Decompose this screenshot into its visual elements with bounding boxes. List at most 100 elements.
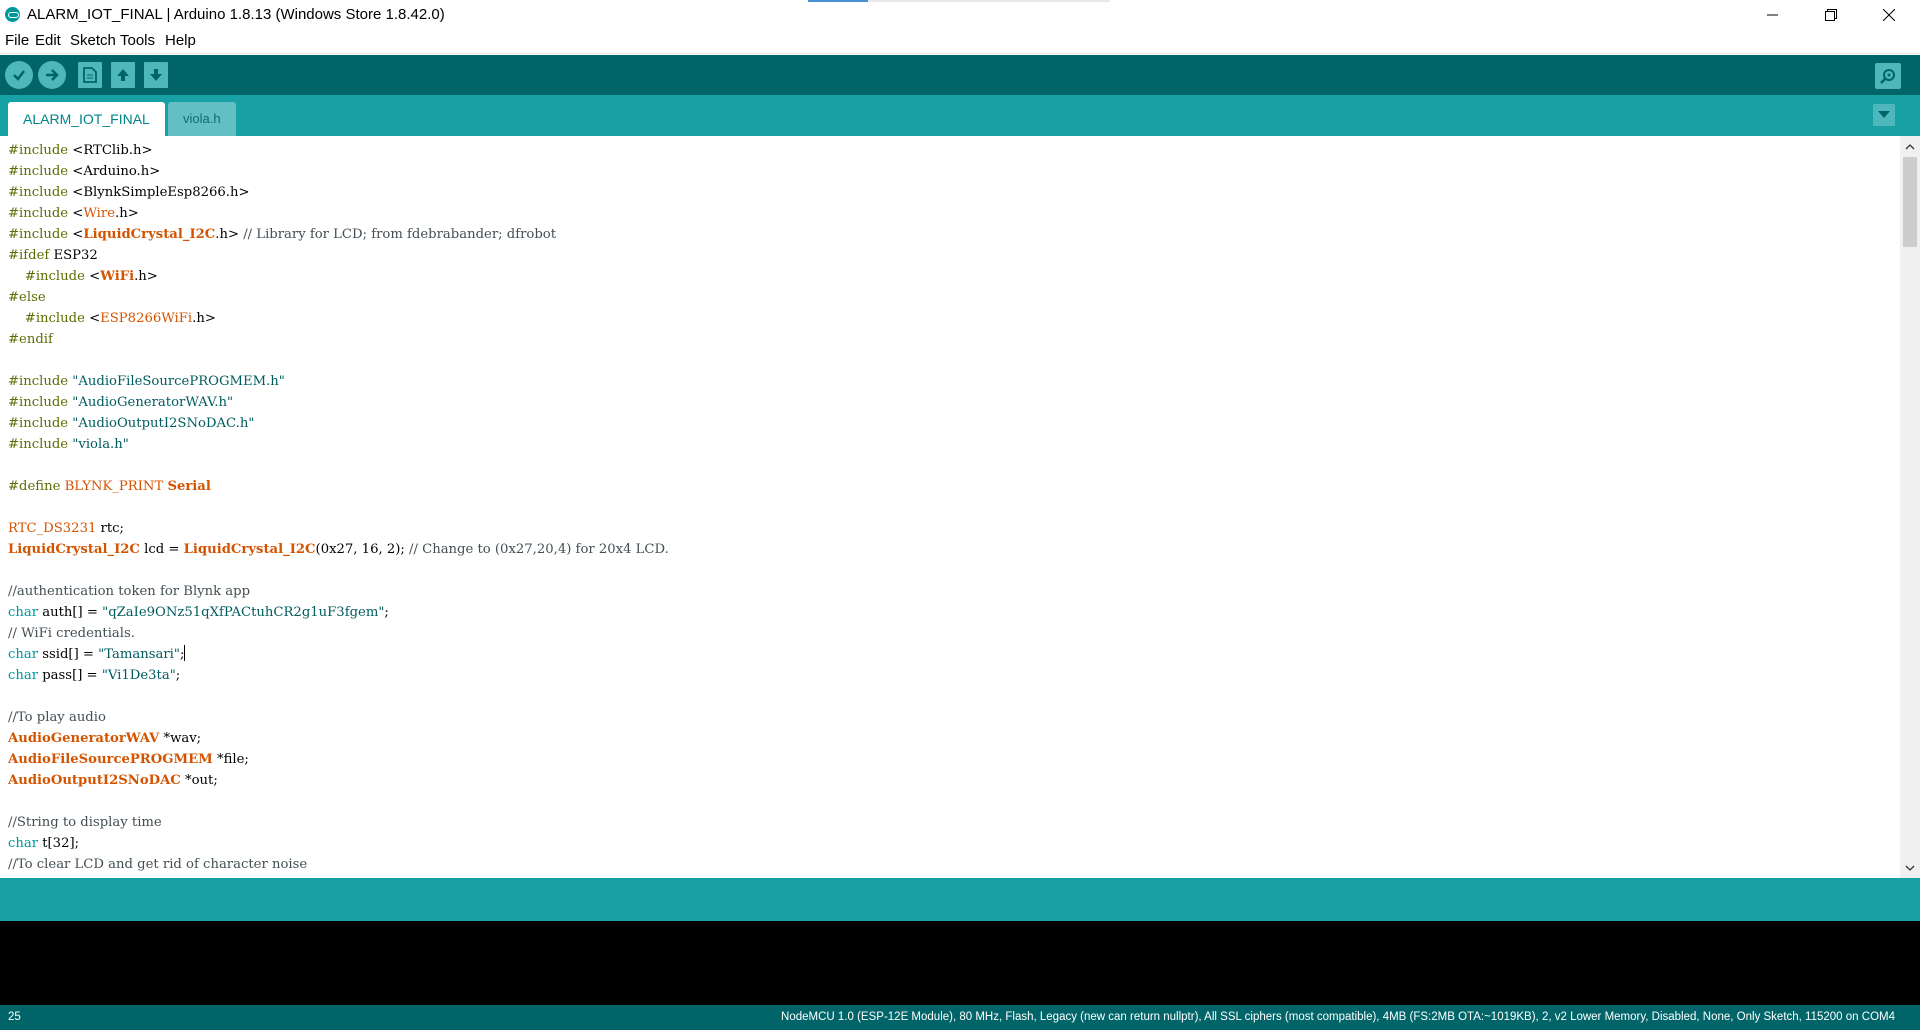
code-line[interactable]: LiquidCrystal_I2C lcd = LiquidCrystal_I2…: [8, 539, 669, 560]
code-text[interactable]: #include <RTClib.h> #include <Arduino.h> #…: [8, 140, 669, 875]
code-token: char: [8, 836, 39, 851]
code-line[interactable]: #else: [8, 287, 669, 308]
code-line[interactable]: char auth[] = "qZaIe9ONz51qXfPACtuhCR2g1…: [8, 602, 669, 623]
title-bar: ALARM_IOT_FINAL | Arduino 1.8.13 (Window…: [0, 0, 1920, 30]
code-token: LiquidCrystal_I2C: [183, 542, 316, 557]
code-line[interactable]: // WiFi credentials.: [8, 623, 669, 644]
code-token: ssid[] =: [38, 647, 99, 662]
code-token: "AudioOutputI2SNoDAC.h": [72, 416, 255, 431]
code-token: #else: [8, 290, 46, 305]
code-token: #include: [8, 206, 73, 221]
open-button[interactable]: [111, 62, 135, 88]
tabs-bar: ALARM_IOT_FINAL viola.h: [0, 95, 1920, 136]
code-line[interactable]: char pass[] = "Vi1De3ta";: [8, 665, 669, 686]
code-token: //To clear LCD and get rid of character …: [8, 857, 308, 872]
code-line[interactable]: #ifdef ESP32: [8, 245, 669, 266]
upload-button[interactable]: [38, 61, 66, 89]
code-line[interactable]: #include "AudioOutputI2SNoDAC.h": [8, 413, 669, 434]
code-token: ESP8266WiFi: [100, 311, 193, 326]
code-line[interactable]: #include "viola.h": [8, 434, 669, 455]
board-info: NodeMCU 1.0 (ESP-12E Module), 80 MHz, Fl…: [781, 1011, 1895, 1023]
code-line[interactable]: [8, 497, 669, 518]
code-token: // Library for LCD; from fdebrabander; d…: [243, 227, 556, 242]
code-line[interactable]: [8, 560, 669, 581]
code-token: #include: [8, 416, 73, 431]
code-line[interactable]: //To clear LCD and get rid of character …: [8, 854, 669, 875]
code-token: .h>: [134, 269, 158, 284]
code-line[interactable]: [8, 455, 669, 476]
scrollbar-thumb[interactable]: [1903, 157, 1917, 247]
code-token: BLYNK_PRINT: [64, 479, 168, 494]
code-line[interactable]: [8, 350, 669, 371]
current-line-number: 25: [8, 1011, 21, 1023]
code-line[interactable]: #include <LiquidCrystal_I2C.h> // Librar…: [8, 224, 669, 245]
upload-icon: [46, 69, 59, 81]
code-line[interactable]: [8, 686, 669, 707]
code-token: char: [8, 668, 39, 683]
code-token: LiquidCrystal_I2C: [8, 542, 140, 557]
code-token: #include: [24, 269, 90, 284]
serial-monitor-button[interactable]: [1875, 63, 1901, 89]
code-line[interactable]: AudioGeneratorWAV *wav;: [8, 728, 669, 749]
code-line[interactable]: //To play audio: [8, 707, 669, 728]
scroll-up-button[interactable]: [1900, 138, 1920, 155]
code-line[interactable]: #include <BlynkSimpleEsp8266.h>: [8, 182, 669, 203]
code-line[interactable]: #include <Arduino.h>: [8, 161, 669, 182]
code-line[interactable]: AudioFileSourcePROGMEM *file;: [8, 749, 669, 770]
code-line[interactable]: #include "AudioGeneratorWAV.h": [8, 392, 669, 413]
code-token: AudioFileSourcePROGMEM: [8, 752, 213, 767]
code-token: // Change to (0x27,20,4) for 20x4 LCD.: [409, 542, 669, 557]
window-title: ALARM_IOT_FINAL | Arduino 1.8.13 (Window…: [27, 6, 445, 23]
code-line[interactable]: #include "AudioFileSourcePROGMEM.h": [8, 371, 669, 392]
code-line[interactable]: [8, 791, 669, 812]
code-token: <: [72, 206, 84, 221]
code-line[interactable]: //String to display time: [8, 812, 669, 833]
menu-help[interactable]: Help: [165, 32, 196, 49]
code-editor[interactable]: #include <RTClib.h> #include <Arduino.h> #…: [0, 136, 1920, 878]
menu-sketch[interactable]: Sketch: [70, 32, 116, 49]
new-button[interactable]: [78, 62, 102, 88]
code-line[interactable]: //authentication token for Blynk app: [8, 581, 669, 602]
text-caret: [184, 645, 186, 661]
code-token: "AudioFileSourcePROGMEM.h": [72, 374, 285, 389]
verify-button[interactable]: [5, 61, 33, 89]
output-console[interactable]: [0, 921, 1920, 1005]
menu-tools[interactable]: Tools: [120, 32, 155, 49]
code-line[interactable]: RTC_DS3231 rtc;: [8, 518, 669, 539]
code-line[interactable]: #define BLYNK_PRINT Serial: [8, 476, 669, 497]
code-token: .h>: [115, 206, 139, 221]
code-line[interactable]: #include <RTClib.h>: [8, 140, 669, 161]
code-token: <: [72, 227, 84, 242]
close-button[interactable]: [1860, 0, 1918, 30]
code-line[interactable]: char ssid[] = "Tamansari";: [8, 644, 669, 665]
code-line[interactable]: AudioOutputI2SNoDAC *out;: [8, 770, 669, 791]
menu-edit[interactable]: Edit: [35, 32, 61, 49]
code-token: "viola.h": [72, 437, 129, 452]
chevron-down-icon: [1878, 111, 1890, 118]
code-token: #include: [8, 185, 73, 200]
code-line[interactable]: char t[32];: [8, 833, 669, 854]
menu-file[interactable]: File: [5, 32, 29, 49]
code-token: Serial: [167, 479, 211, 494]
code-line[interactable]: #include <ESP8266WiFi.h>: [8, 308, 669, 329]
tab-menu-button[interactable]: [1873, 104, 1895, 126]
code-token: .h>: [192, 311, 216, 326]
code-line[interactable]: #include <WiFi.h>: [8, 266, 669, 287]
tab-viola-h[interactable]: viola.h: [168, 102, 236, 136]
scroll-down-button[interactable]: [1900, 859, 1920, 876]
code-token: #include: [8, 437, 73, 452]
editor-scrollbar[interactable]: [1900, 136, 1920, 878]
code-line[interactable]: #endif: [8, 329, 669, 350]
code-token: "qZaIe9ONz51qXfPACtuhCR2g1uF3fgem": [102, 605, 385, 620]
verify-icon: [13, 70, 25, 81]
minimize-button[interactable]: [1744, 0, 1802, 30]
restore-button[interactable]: [1802, 0, 1860, 30]
save-button[interactable]: [144, 62, 168, 88]
code-line[interactable]: #include <Wire.h>: [8, 203, 669, 224]
tab-alarm-iot-final[interactable]: ALARM_IOT_FINAL: [8, 102, 165, 136]
code-token: char: [8, 605, 39, 620]
code-token: #include: [8, 395, 73, 410]
code-token: "Tamansari": [98, 647, 180, 662]
toolbar: [0, 55, 1920, 95]
